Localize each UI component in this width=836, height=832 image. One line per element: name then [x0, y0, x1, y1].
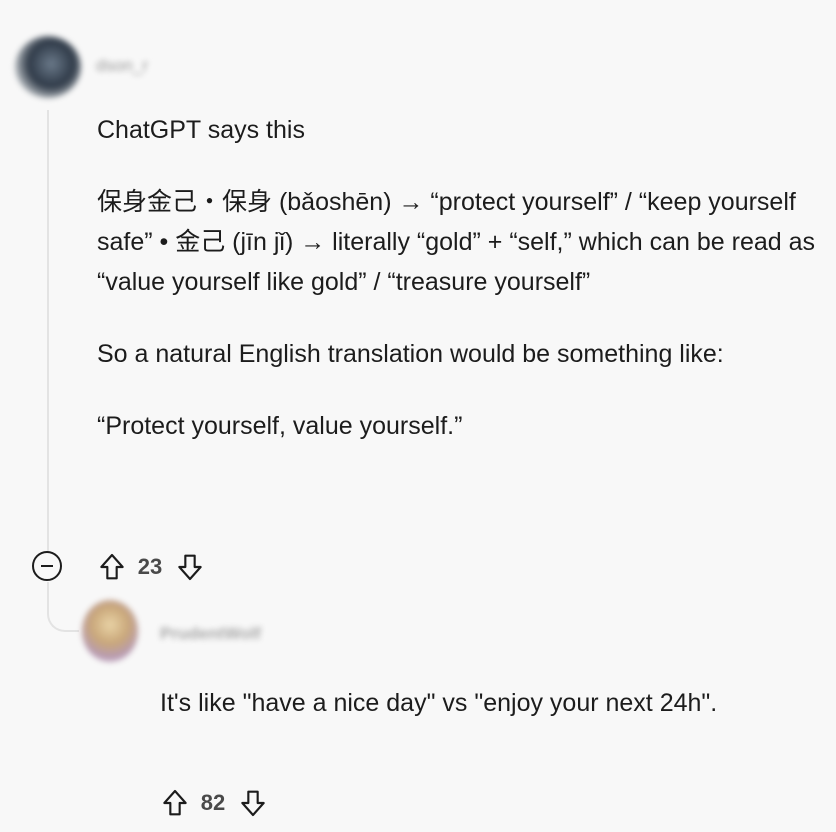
comment-paragraph: So a natural English translation would b…	[97, 340, 724, 368]
comment-body: ChatGPT says this 保身金己・保身 (bǎoshēn) → “p…	[97, 110, 817, 446]
arrow-down-icon	[241, 790, 265, 817]
thread-line[interactable]	[47, 110, 49, 552]
downvote-button[interactable]	[236, 786, 270, 820]
collapse-thread-button[interactable]	[32, 551, 62, 581]
arrow-up-icon	[163, 789, 187, 816]
vote-score: 82	[200, 790, 226, 815]
downvote-button[interactable]	[173, 550, 207, 584]
minus-icon	[41, 565, 53, 567]
avatar[interactable]	[82, 600, 138, 662]
upvote-button[interactable]	[158, 786, 192, 820]
avatar[interactable]	[15, 36, 81, 98]
arrow-down-icon	[178, 554, 202, 581]
comment-paragraph: “Protect yourself, value yourself.”	[97, 412, 463, 440]
comment-thread: dson_r ChatGPT says this 保身金己・保身 (bǎoshē…	[0, 0, 836, 832]
vote-score: 23	[137, 554, 163, 579]
upvote-button[interactable]	[95, 550, 129, 584]
comment-actions: 82	[158, 783, 270, 823]
comment-actions: 23	[95, 547, 207, 587]
comment-body: It's like "have a nice day" vs "enjoy yo…	[160, 683, 800, 723]
comment-paragraph: ChatGPT says this	[97, 116, 305, 144]
comment-paragraph: It's like "have a nice day" vs "enjoy yo…	[160, 689, 718, 717]
comment-author[interactable]: dson_r	[96, 56, 148, 76]
arrow-up-icon	[100, 553, 124, 580]
thread-reply-connector	[47, 582, 79, 632]
comment-paragraph: 保身金己・保身 (bǎoshēn) → “protect yourself” /…	[97, 188, 816, 296]
comment-author[interactable]: PrudentWolf	[160, 624, 261, 644]
